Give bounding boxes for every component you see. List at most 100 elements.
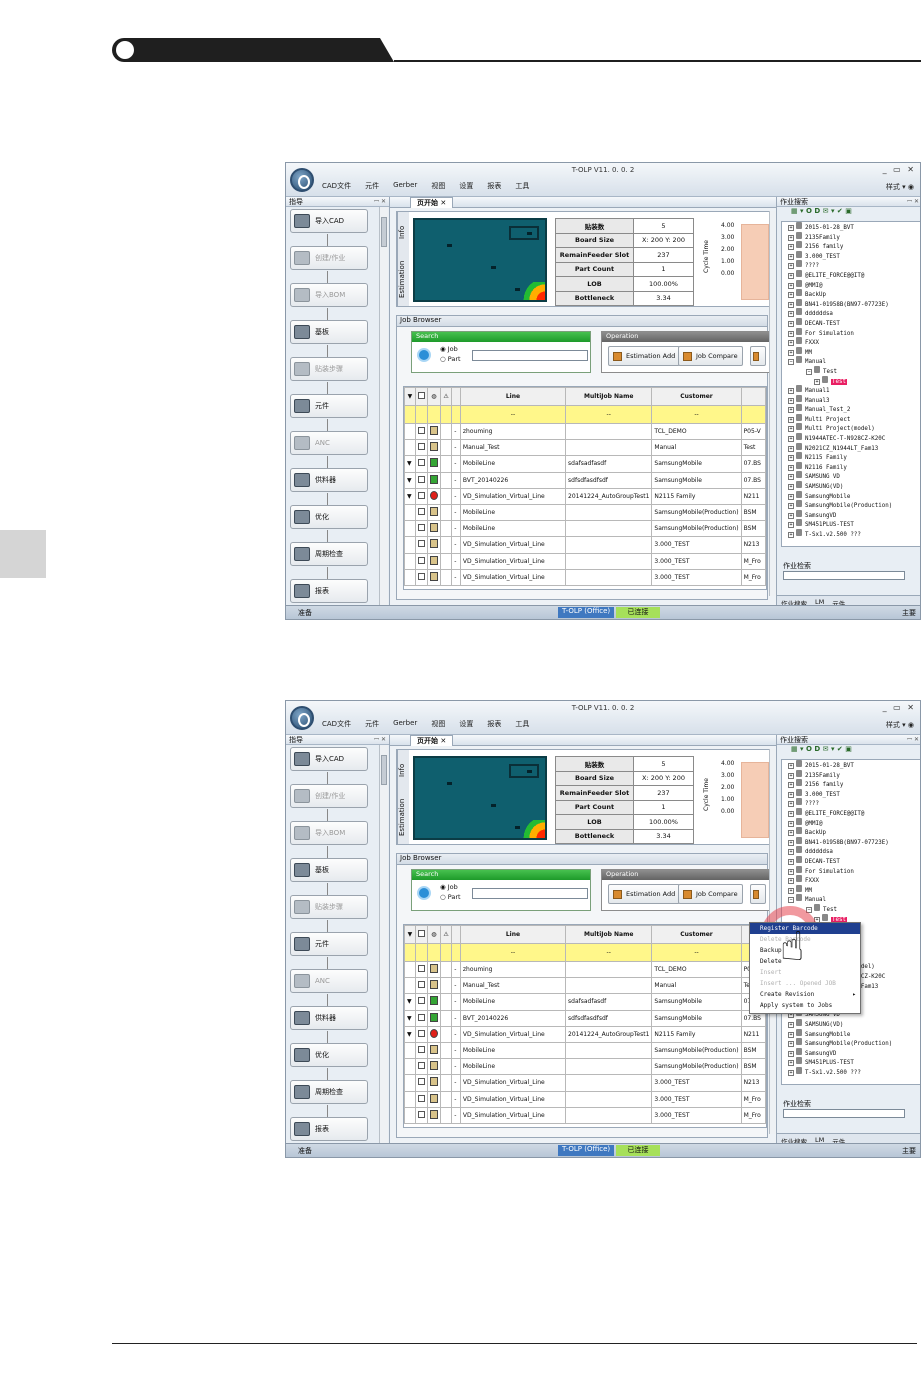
guide-step-button[interactable]: 元件: [290, 394, 368, 418]
table-row[interactable]: - VD_Simulation_Virtual_Line 3.000_TEST M_F…: [404, 568, 766, 586]
tree-node[interactable]: + FXXX: [782, 337, 920, 347]
tree-node[interactable]: + @ELITE_FORCE@@IT@: [782, 807, 920, 818]
filter-cell[interactable]: --: [565, 405, 653, 424]
window-controls[interactable]: _ ▭ ✕: [883, 165, 916, 174]
search-go-icon[interactable]: [417, 886, 431, 900]
menu-component[interactable]: 元件: [365, 719, 379, 729]
tab-component[interactable]: 元件: [832, 1136, 845, 1146]
expand-icon[interactable]: +: [788, 388, 794, 395]
tree-node[interactable]: + SamsungMobile(Production): [782, 1038, 920, 1048]
context-menu-item[interactable]: Create Revision ▸: [750, 989, 860, 1000]
job-search-input[interactable]: [783, 571, 905, 580]
tree-node[interactable]: +2135Family: [782, 231, 920, 242]
menu-report[interactable]: 报表: [487, 181, 501, 191]
expand-icon[interactable]: +: [788, 311, 794, 318]
row-checkbox[interactable]: [417, 427, 425, 435]
radio-job[interactable]: ◉ Job: [440, 345, 458, 353]
tree-node[interactable]: − Manual: [782, 894, 920, 904]
row-checkbox[interactable]: [417, 524, 425, 532]
radio-part[interactable]: ○ Part: [440, 893, 461, 901]
col-warning-icon[interactable]: ⚠: [439, 925, 453, 944]
guide-step-button[interactable]: ANC: [290, 431, 368, 455]
table-row[interactable]: -Manual_TestManualTest: [404, 977, 766, 995]
col-customer[interactable]: Customer: [651, 925, 742, 944]
expand-icon[interactable]: +: [788, 522, 794, 529]
expand-icon[interactable]: +: [788, 887, 794, 894]
tab-job-search[interactable]: 作业搜索: [781, 1136, 807, 1146]
tree-node[interactable]: +3.000_TEST: [782, 250, 920, 261]
expand-icon[interactable]: +: [788, 782, 794, 789]
tab-job-search[interactable]: 作业搜索: [781, 598, 807, 608]
expand-icon[interactable]: +: [788, 858, 794, 865]
guide-step-button[interactable]: 周期检查: [290, 542, 368, 566]
menu-cad[interactable]: CAD文件: [322, 181, 351, 191]
guide-step-button[interactable]: 基板: [290, 858, 368, 882]
tree-node[interactable]: + SamsungVD: [782, 509, 920, 520]
table-row[interactable]: ▼ -MobileLinesdafsadfasdfSamsungMobile07.…: [404, 455, 766, 473]
tree-node[interactable]: + N1944ATEC-T-N928CZ-K20C: [782, 433, 920, 443]
expand-icon[interactable]: +: [788, 839, 794, 846]
tree-node[interactable]: + SamsungMobile: [782, 1028, 920, 1039]
expand-icon[interactable]: +: [788, 820, 794, 827]
col-check[interactable]: [414, 925, 428, 944]
expand-icon[interactable]: +: [788, 225, 794, 231]
col-check[interactable]: [414, 387, 428, 406]
menu-report[interactable]: 报表: [487, 719, 501, 729]
tree-node[interactable]: + BackUp: [782, 289, 920, 299]
expand-icon[interactable]: +: [788, 320, 794, 327]
col-arrow[interactable]: ▼: [404, 387, 416, 406]
job-search-controls[interactable]: ꟷ ✕: [907, 197, 919, 205]
row-checkbox[interactable]: [417, 1110, 425, 1118]
tree-node[interactable]: + SamsungMobile: [782, 490, 920, 501]
tree-node[interactable]: − Manual: [782, 356, 920, 366]
expand-icon[interactable]: +: [788, 1022, 794, 1029]
tree-node[interactable]: + Manual3: [782, 394, 920, 405]
expand-icon[interactable]: +: [788, 292, 794, 299]
expand-icon[interactable]: +: [788, 455, 794, 462]
tab-lm[interactable]: LM: [815, 1136, 824, 1144]
filter-cell[interactable]: [414, 943, 428, 962]
guide-panel-controls[interactable]: ꟷ ✕: [374, 197, 386, 205]
expand-icon[interactable]: +: [788, 436, 794, 443]
filter-cell[interactable]: [740, 405, 766, 424]
menu-view[interactable]: 视图: [431, 181, 445, 191]
expand-icon[interactable]: +: [788, 272, 794, 279]
header-checkbox[interactable]: [417, 392, 425, 399]
table-row[interactable]: - VD_Simulation_Virtual_Line 3.000_TEST M_F…: [404, 1090, 766, 1108]
tree-node[interactable]: + Multi Project(model): [782, 423, 920, 433]
expand-icon[interactable]: +: [788, 263, 794, 270]
col-line[interactable]: Line: [459, 925, 567, 944]
guide-step-button[interactable]: 优化: [290, 505, 368, 529]
table-row[interactable]: -zhoumingTCL_DEMOP05-V: [404, 960, 766, 979]
guide-step-button[interactable]: 周期检查: [290, 1080, 368, 1104]
tree-node[interactable]: + ddddddsa: [782, 846, 920, 856]
expand-icon[interactable]: +: [788, 484, 794, 491]
row-checkbox[interactable]: [417, 1013, 425, 1021]
search-input[interactable]: [472, 888, 588, 899]
filter-cell[interactable]: [451, 405, 461, 424]
expand-icon[interactable]: +: [788, 1050, 794, 1057]
col-globe-icon[interactable]: ◍: [426, 387, 441, 406]
tree-node[interactable]: +2135Family: [782, 769, 920, 780]
expand-icon[interactable]: +: [788, 474, 794, 481]
row-checkbox[interactable]: [417, 1046, 425, 1054]
tree-node[interactable]: + N2115 Family: [782, 452, 920, 462]
row-checkbox[interactable]: [417, 443, 425, 451]
tree-node[interactable]: + DECAN-TEST: [782, 855, 920, 866]
row-checkbox[interactable]: [417, 540, 425, 548]
tree-node[interactable]: + SAMSUNG VD: [782, 471, 920, 481]
row-checkbox[interactable]: [417, 491, 425, 499]
expand-icon[interactable]: +: [788, 349, 794, 356]
row-checkbox[interactable]: [417, 1078, 425, 1086]
expand-icon[interactable]: +: [788, 464, 794, 471]
expand-icon[interactable]: +: [788, 810, 794, 817]
copy-button[interactable]: [750, 884, 766, 904]
expand-icon[interactable]: +: [788, 878, 794, 885]
expand-icon[interactable]: −: [806, 368, 812, 375]
col-multijob[interactable]: MultiJob Name: [565, 387, 653, 406]
context-menu-item[interactable]: Apply system to Jobs: [750, 1000, 860, 1011]
menu-gerber[interactable]: Gerber: [393, 181, 417, 191]
menu-component[interactable]: 元件: [365, 181, 379, 191]
tree-node[interactable]: + Test: [782, 375, 920, 386]
table-row[interactable]: - VD_Simulation_Virtual_Line 3.000_TEST M_F…: [404, 1106, 766, 1124]
